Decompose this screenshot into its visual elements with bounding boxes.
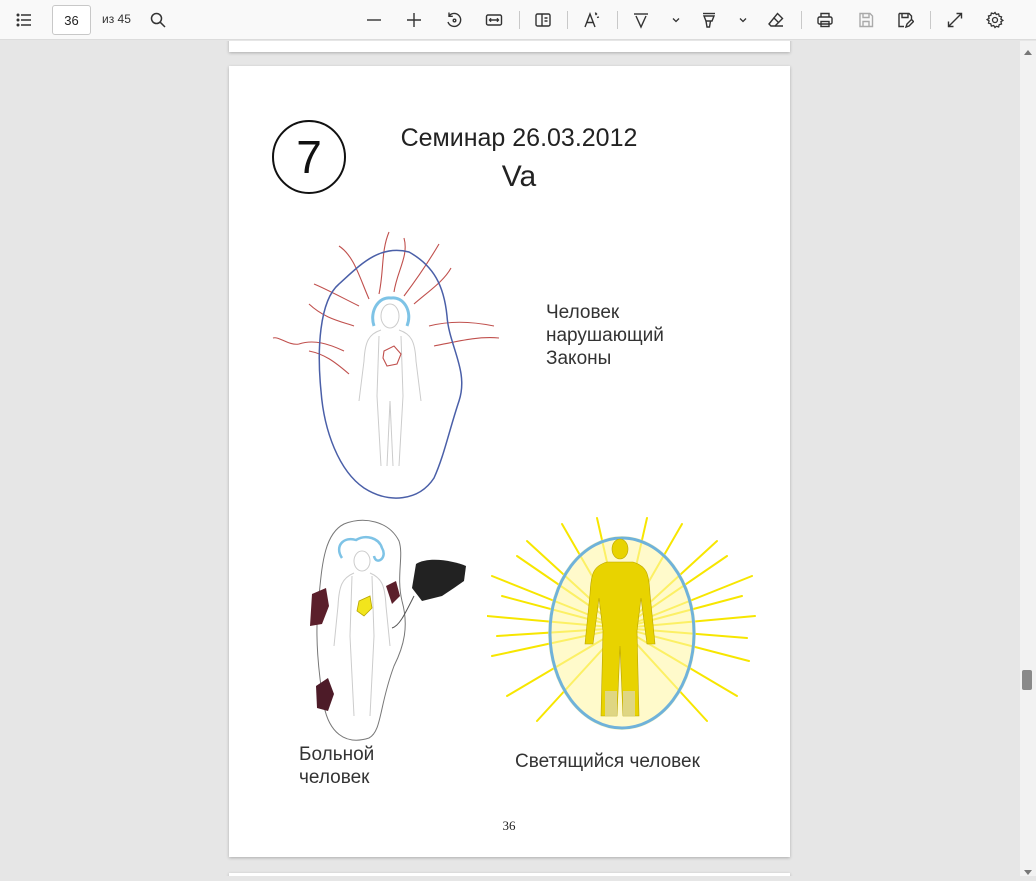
toolbar-divider [567,11,568,29]
search-icon[interactable] [144,6,172,34]
label-glowing: Светящийся человек [515,751,700,772]
glowing-person-figure [487,517,756,730]
pdf-page: 7 Семинар 26.03.2012 Va Человек нарушающ… [229,66,790,857]
print-icon[interactable] [811,6,839,34]
chevron-down-icon[interactable] [729,6,757,34]
sick-person-figure [310,519,466,741]
read-aloud-icon[interactable] [578,6,606,34]
label-violator: Человек нарушающий Законы [546,302,664,369]
dark-patch [386,581,400,604]
seminar-title: Семинар 26.03.2012 [400,124,638,152]
fit-width-icon[interactable] [480,6,508,34]
save-icon[interactable] [852,6,880,34]
document-viewer[interactable]: 7 Семинар 26.03.2012 Va Человек нарушающ… [0,41,1020,876]
yellow-organ [356,595,373,617]
dark-patch [316,678,334,711]
label-sick: Больной человек [299,744,375,788]
vertical-scrollbar[interactable] [1020,41,1036,876]
toolbar-divider [617,11,618,29]
toolbar-divider [930,11,931,29]
seminar-subtitle: Va [501,160,537,193]
connecting-line [391,595,415,629]
body-outline [358,303,422,467]
violator-figure [272,231,500,499]
scroll-up-icon[interactable] [1024,44,1032,55]
fullscreen-icon[interactable] [941,6,969,34]
save-as-icon[interactable] [891,6,919,34]
heart-shape [382,345,402,367]
highlight-icon[interactable] [695,6,723,34]
number-badge: 7 [272,120,346,194]
black-cloud [412,559,466,601]
scroll-down-icon[interactable] [1024,863,1032,875]
page-number-input[interactable] [52,5,91,35]
red-lines [272,231,500,375]
chevron-down-icon[interactable] [662,6,690,34]
page-view-icon[interactable] [529,6,557,34]
rotate-icon[interactable] [440,6,468,34]
sick-head-aura [337,536,385,562]
toolbar: из 45 [0,0,1036,40]
draw-icon[interactable] [627,6,655,34]
sick-body-outline [333,550,391,717]
scrollbar-thumb[interactable] [1022,670,1032,690]
aura-outline [318,249,463,499]
page-total: из 45 [102,12,131,26]
eraser-icon[interactable] [762,6,790,34]
zoom-out-icon[interactable] [360,6,388,34]
previous-page [229,41,790,52]
head-aura [371,296,411,327]
sick-aura-outline [316,519,406,741]
zoom-in-icon[interactable] [400,6,428,34]
toolbar-divider [519,11,520,29]
page-footer-number: 36 [502,818,516,833]
badge-number: 7 [296,131,322,183]
dark-patch [310,588,329,626]
toolbar-divider [801,11,802,29]
contents-icon[interactable] [10,6,38,34]
settings-gear-icon[interactable] [981,6,1009,34]
